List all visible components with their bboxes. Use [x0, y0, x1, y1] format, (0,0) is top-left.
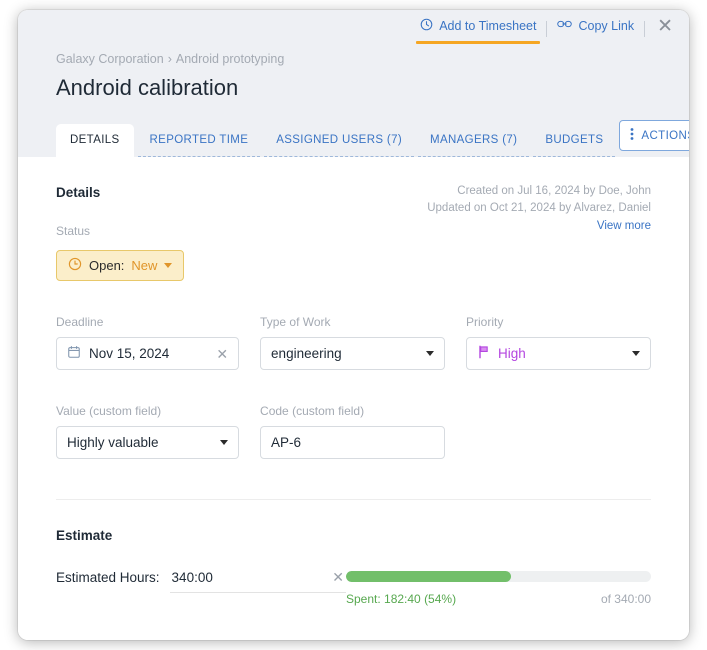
estimate-progress: Spent: 182:40 (54%) of 340:00 [346, 569, 651, 606]
tab-budgets[interactable]: BUDGETS [533, 125, 616, 157]
updated-text: Updated on Oct 21, 2024 by Alvarez, Dani… [427, 202, 651, 214]
breadcrumb-separator: › [167, 52, 172, 66]
tab-managers[interactable]: MANAGERS (7) [418, 125, 530, 157]
estimated-hours-input[interactable]: 340:00 ✕ [169, 569, 346, 593]
chevron-down-icon [631, 351, 640, 356]
priority-value: High [498, 346, 526, 361]
modal-body: Created on Jul 16, 2024 by Doe, John Upd… [18, 157, 689, 640]
value-custom-label: Value (custom field) [56, 404, 162, 418]
total-text: of 340:00 [600, 592, 651, 606]
created-text: Created on Jul 16, 2024 by Doe, John [457, 185, 651, 197]
breadcrumb: Galaxy Corporation › Android prototyping [18, 48, 689, 66]
type-of-work-value: engineering [271, 346, 342, 361]
fields-row-1: Deadline Nov 15, 2024 ✕ Type of Work eng… [56, 315, 651, 370]
priority-field: Priority High [466, 315, 651, 370]
type-of-work-field: Type of Work engineering [260, 315, 446, 370]
status-value: New [131, 258, 158, 273]
code-custom-field: Code (custom field) AP-6 [260, 404, 446, 459]
add-to-timesheet-button[interactable]: Add to Timesheet [410, 10, 546, 44]
code-custom-input[interactable]: AP-6 [260, 426, 446, 459]
code-custom-value: AP-6 [271, 435, 302, 450]
calendar-icon [67, 345, 81, 362]
estimated-hours-field: Estimated Hours: 340:00 ✕ [56, 569, 346, 593]
page-title: Android calibration [56, 75, 239, 100]
fields-row-2-spacer [466, 404, 651, 459]
add-to-timesheet-label: Add to Timesheet [439, 19, 537, 33]
view-more-link[interactable]: View more [597, 218, 651, 235]
estimate-row: Estimated Hours: 340:00 ✕ Spent: 182:40 … [56, 569, 651, 606]
value-custom-field: Value (custom field) Highly valuable [56, 404, 240, 459]
flag-icon [477, 345, 490, 362]
type-of-work-select[interactable]: engineering [260, 337, 446, 370]
estimate-section-title: Estimate [56, 528, 113, 543]
modal-topbar: Add to Timesheet Copy Link ✕ [18, 10, 689, 48]
actions-button-label: ACTIONS [641, 129, 689, 142]
estimated-hours-label: Estimated Hours: [56, 570, 160, 585]
deadline-label: Deadline [56, 315, 104, 329]
priority-select[interactable]: High [466, 337, 651, 370]
status-badge[interactable]: Open: New [56, 250, 185, 281]
progress-bar-fill [346, 571, 511, 582]
deadline-value: Nov 15, 2024 [89, 346, 170, 361]
status-prefix: Open: [89, 258, 125, 273]
code-custom-label: Code (custom field) [260, 404, 365, 418]
deadline-input[interactable]: Nov 15, 2024 ✕ [56, 337, 240, 370]
close-icon[interactable]: ✕ [645, 10, 675, 36]
deadline-clear-button[interactable]: ✕ [216, 347, 228, 361]
chevron-down-icon [220, 440, 229, 445]
progress-legend: Spent: 182:40 (54%) of 340:00 [346, 592, 651, 606]
fields-row-2: Value (custom field) Highly valuable Cod… [56, 404, 651, 459]
link-icon [557, 18, 573, 33]
task-details-modal: Add to Timesheet Copy Link ✕ Galaxy Corp… [18, 10, 689, 640]
tab-bar: DETAILS REPORTED TIME ASSIGNED USERS (7)… [18, 101, 689, 157]
type-of-work-label: Type of Work [260, 315, 331, 329]
tab-assigned-users[interactable]: ASSIGNED USERS (7) [264, 125, 415, 157]
progress-bar-track [346, 571, 651, 582]
chevron-down-icon [426, 351, 435, 356]
copy-link-label: Copy Link [578, 18, 635, 33]
actions-button[interactable]: ACTIONS [619, 120, 689, 151]
record-metadata: Created on Jul 16, 2024 by Doe, John Upd… [427, 183, 651, 235]
breadcrumb-root[interactable]: Galaxy Corporation [56, 52, 164, 66]
clock-icon [68, 257, 82, 274]
deadline-field: Deadline Nov 15, 2024 ✕ [56, 315, 240, 370]
copy-link-button[interactable]: Copy Link [547, 10, 644, 33]
vertical-dots-icon [630, 127, 634, 144]
estimated-hours-value: 340:00 [171, 570, 213, 585]
breadcrumb-parent[interactable]: Android prototyping [176, 52, 284, 66]
priority-label: Priority [466, 315, 504, 329]
chevron-down-icon [164, 263, 173, 268]
tab-details[interactable]: DETAILS [56, 124, 134, 157]
tab-reported-time[interactable]: REPORTED TIME [137, 125, 261, 157]
value-custom-select[interactable]: Highly valuable [56, 426, 240, 459]
estimated-hours-clear-button[interactable]: ✕ [332, 569, 344, 586]
value-custom-value: Highly valuable [67, 435, 159, 450]
clock-icon [420, 18, 433, 34]
spent-text: Spent: 182:40 (54%) [346, 592, 457, 606]
modal-header: Galaxy Corporation › Android prototyping A… [18, 48, 689, 157]
